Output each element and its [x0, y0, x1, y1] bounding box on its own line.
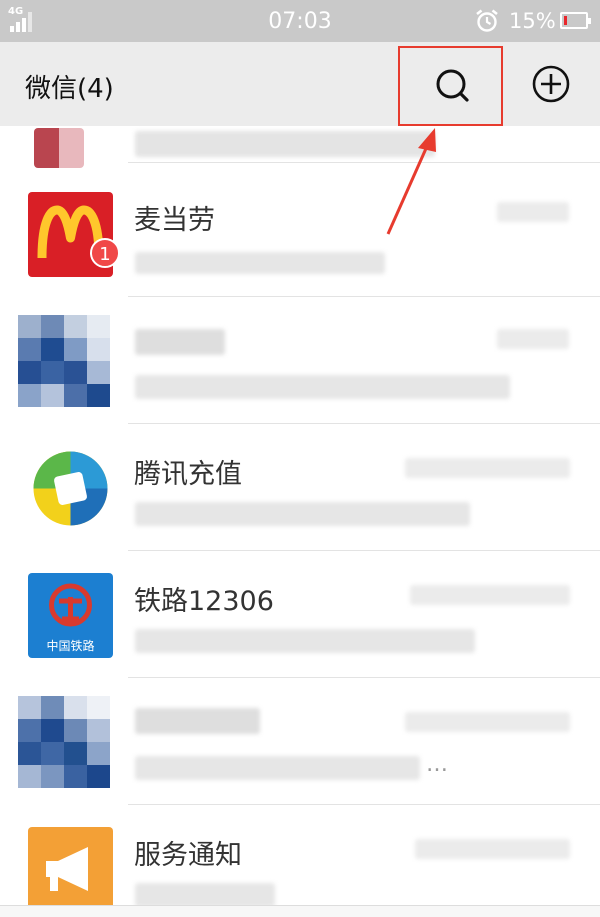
unread-badge: 1 [90, 238, 120, 268]
blurred-preview [135, 502, 470, 526]
status-bar: 4G 07:03 15% [0, 0, 600, 42]
title-bar: 微信(4) [0, 42, 600, 126]
chat-item-service-notice[interactable]: 服务通知 [0, 805, 600, 917]
megaphone-icon [28, 827, 113, 912]
chat-name: 服务通知 [134, 840, 242, 871]
avatar-caption: 中国铁路 [46, 639, 95, 653]
tencent-recharge-logo-icon [28, 446, 113, 531]
pixelated-avatar [18, 696, 110, 788]
chat-name: 铁路12306 [134, 586, 274, 617]
blurred-time [410, 585, 570, 605]
chat-item[interactable] [0, 126, 600, 168]
search-highlight-box [398, 46, 503, 126]
blurred-time [497, 329, 569, 349]
chat-item-12306[interactable]: 中国铁路 铁路12306 [0, 551, 600, 678]
alarm-clock-icon [476, 9, 498, 32]
battery-icon [560, 12, 591, 29]
page-title: 微信(4) [25, 74, 114, 104]
chat-item-tencent-recharge[interactable]: 腾讯充值 [0, 424, 600, 551]
chat-list: 1 麦当劳 腾讯充值 中国铁路 铁路12306 … 服务通知 [0, 126, 600, 917]
blurred-preview [135, 883, 275, 907]
blurred-preview [135, 252, 385, 274]
chat-name: 麦当劳 [134, 205, 215, 236]
blurred-time [497, 202, 569, 222]
annotation-arrow [386, 128, 436, 235]
blurred-name [135, 708, 260, 734]
pixelated-avatar [18, 315, 110, 407]
tab-bar-edge [0, 905, 600, 917]
blurred-name [135, 329, 225, 355]
preview-ellipsis: … [426, 752, 448, 777]
chat-item[interactable]: … [0, 678, 600, 805]
chat-name: 腾讯充值 [134, 459, 242, 490]
plus-circle-icon[interactable] [527, 60, 575, 108]
battery-level [564, 16, 567, 25]
chat-item-mcdonalds[interactable]: 1 麦当劳 [0, 170, 600, 297]
blurred-preview [135, 375, 510, 399]
blurred-time [405, 458, 570, 478]
chat-item[interactable] [0, 297, 600, 424]
blurred-time [415, 839, 570, 859]
china-railway-logo-icon: 中国铁路 [28, 573, 113, 658]
blurred-preview [135, 756, 420, 780]
blurred-time [405, 712, 570, 732]
battery-percent: 15% [509, 9, 556, 33]
avatar [34, 128, 84, 168]
blurred-preview [135, 629, 475, 653]
